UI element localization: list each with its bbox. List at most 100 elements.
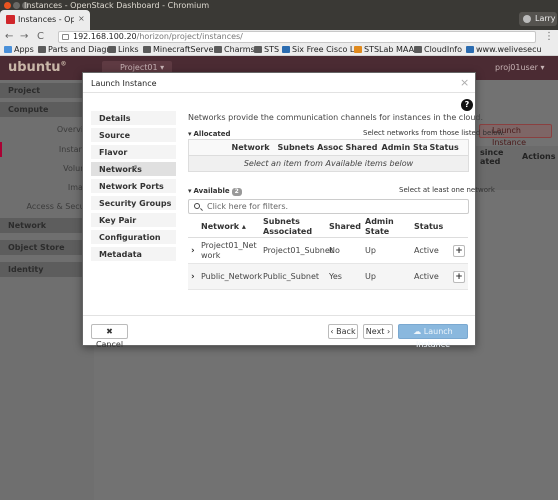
sidebar-item-compute[interactable]: Compute — [0, 102, 94, 117]
bookmark-parts[interactable]: Parts and Diagra — [38, 45, 115, 55]
filter-input[interactable]: Click here for filters. — [188, 199, 469, 214]
close-icon[interactable]: × — [460, 77, 469, 88]
allocated-toggle[interactable]: ▾ Allocated — [188, 130, 231, 138]
search-icon — [194, 203, 200, 209]
available-toggle[interactable]: ▾ Available 2 — [188, 187, 242, 196]
cancel-button[interactable]: ✖ Cancel — [91, 324, 128, 349]
browser-tab[interactable]: Instances - OpenSt × — [0, 10, 90, 30]
allocated-empty-text: Select an item from Available items belo… — [188, 155, 469, 172]
bookmark-maas[interactable]: STSLab MAAS — [354, 45, 419, 55]
launch-instance-button[interactable]: ☁ Launch Instance — [398, 324, 468, 349]
step-key-pair[interactable]: Key Pair — [91, 213, 176, 228]
bookmark-charms[interactable]: Charms — [214, 45, 255, 55]
bookmark-welivesecurity[interactable]: www.welivesecu — [466, 45, 542, 55]
sidebar-item-object-store[interactable]: Object Store — [0, 240, 94, 255]
bookmark-cisco[interactable]: Six Free Cisco La — [282, 45, 359, 55]
chevron-down-icon: ▾ — [188, 130, 192, 138]
folder-icon — [108, 46, 116, 53]
modal-footer: ✖ Cancel ‹ Back Next › ☁ Launch Instance — [83, 315, 475, 349]
modal-header: Launch Instance × — [83, 73, 475, 93]
allocated-table: Network Subnets Associated Shared Admin … — [188, 139, 469, 172]
step-network-ports[interactable]: Network Ports — [91, 179, 176, 194]
sidebar-item-project[interactable]: Project — [0, 83, 94, 98]
browser-titlebar: Instances - OpenStack Dashboard - Chromi… — [0, 0, 558, 30]
col-network-sort[interactable]: Network ▴ — [198, 217, 260, 238]
next-button[interactable]: Next › — [363, 324, 393, 339]
allocated-empty-row: Select an item from Available items belo… — [188, 155, 469, 172]
step-details[interactable]: Details — [91, 111, 176, 126]
shared-value: Yes — [326, 263, 362, 290]
col-subnets: Subnets Associated — [274, 139, 343, 156]
step-configuration[interactable]: Configuration — [91, 230, 176, 245]
sidebar-item-network[interactable]: Network — [0, 218, 94, 233]
browser-profile[interactable]: Larry — [519, 12, 557, 26]
step-description: Networks provide the communication chann… — [188, 113, 484, 122]
step-source[interactable]: Source — [91, 128, 176, 143]
window-title: Instances - OpenStack Dashboard - Chromi… — [24, 1, 210, 10]
bookmark-cloudinfo[interactable]: CloudInfo — [414, 45, 462, 55]
url-host: 192.168.100.20 — [73, 32, 137, 41]
background-column-since: since ated — [480, 148, 504, 166]
reload-icon[interactable]: C — [37, 31, 44, 43]
browser-menu-icon[interactable]: ⋮ — [544, 32, 554, 42]
available-count-badge: 2 — [231, 188, 242, 196]
url-input[interactable]: 192.168.100.20/horizon/project/instances… — [58, 31, 536, 43]
sidebar: Project Compute Overvie Instanc Volum Im… — [0, 80, 94, 500]
col-shared: Shared — [342, 139, 379, 156]
ubuntu-logo: ubuntu® — [8, 60, 67, 75]
profile-name: Larry — [535, 14, 556, 23]
openstack-favicon-icon — [6, 15, 15, 24]
col-admin-state: Admin State — [378, 139, 427, 156]
sidebar-item-access-security[interactable]: Access & Secur — [0, 199, 94, 214]
available-hint: Select at least one network — [399, 186, 495, 194]
background-column-actions: Actions — [522, 152, 556, 161]
help-icon[interactable]: ? — [461, 99, 473, 111]
col-network: Network — [228, 139, 275, 156]
folder-icon — [143, 46, 151, 53]
site-icon — [354, 46, 362, 53]
add-network-button[interactable]: + — [453, 270, 465, 283]
sidebar-item-images[interactable]: Imag — [0, 180, 94, 195]
site-icon — [282, 46, 290, 53]
chevron-right-icon[interactable]: › — [191, 246, 195, 256]
forward-arrow-icon[interactable]: → — [20, 31, 28, 43]
close-window-icon[interactable] — [4, 2, 11, 9]
sidebar-item-identity[interactable]: Identity — [0, 262, 94, 277]
apps-icon — [4, 46, 12, 53]
step-flavor[interactable]: Flavor — [91, 145, 176, 160]
step-metadata[interactable]: Metadata — [91, 247, 176, 262]
status-value: Active — [411, 237, 450, 264]
sidebar-item-overview[interactable]: Overvie — [0, 122, 94, 137]
minimize-window-icon[interactable] — [13, 2, 20, 9]
bookmarks-bar: Apps Parts and Diagra Links MinecraftSer… — [0, 44, 558, 56]
step-networks[interactable]: Networks — [91, 162, 176, 177]
bookmark-links[interactable]: Links — [108, 45, 139, 55]
back-arrow-icon[interactable]: ← — [5, 31, 13, 43]
step-security-groups[interactable]: Security Groups — [91, 196, 176, 211]
admin-state-value: Up — [362, 263, 411, 290]
col-shared: Shared — [326, 217, 362, 238]
back-button[interactable]: ‹ Back — [328, 324, 358, 339]
col-admin-state: Admin State — [362, 217, 411, 238]
add-network-button[interactable]: + — [453, 244, 465, 257]
bookmark-sts[interactable]: STS — [254, 45, 279, 55]
page-info-icon[interactable] — [62, 34, 69, 40]
network-name: Public_Network — [198, 263, 262, 290]
folder-icon — [254, 46, 262, 53]
tab-title: Instances - OpenSt — [18, 15, 74, 24]
sidebar-item-volumes[interactable]: Volum — [0, 161, 94, 176]
launch-instance-modal: Launch Instance × ? Details Source Flavo… — [82, 72, 505, 349]
col-status: Status — [411, 217, 450, 238]
bookmark-minecraft[interactable]: MinecraftServer — [143, 45, 217, 55]
chevron-right-icon[interactable]: › — [191, 272, 195, 282]
page-icon — [38, 46, 46, 53]
user-menu[interactable]: proj01user ▾ — [495, 63, 545, 72]
tab-close-icon[interactable]: × — [78, 14, 85, 23]
folder-icon — [414, 46, 422, 53]
bookmark-apps[interactable]: Apps — [4, 45, 34, 55]
sidebar-item-instances[interactable]: Instanc — [0, 142, 94, 157]
subnets-value: Project01_Subnet — [260, 237, 333, 264]
table-row: › Project01_Network Project01_Subnet No … — [188, 237, 468, 264]
subnets-value: Public_Subnet — [260, 263, 326, 290]
site-icon — [466, 46, 474, 53]
